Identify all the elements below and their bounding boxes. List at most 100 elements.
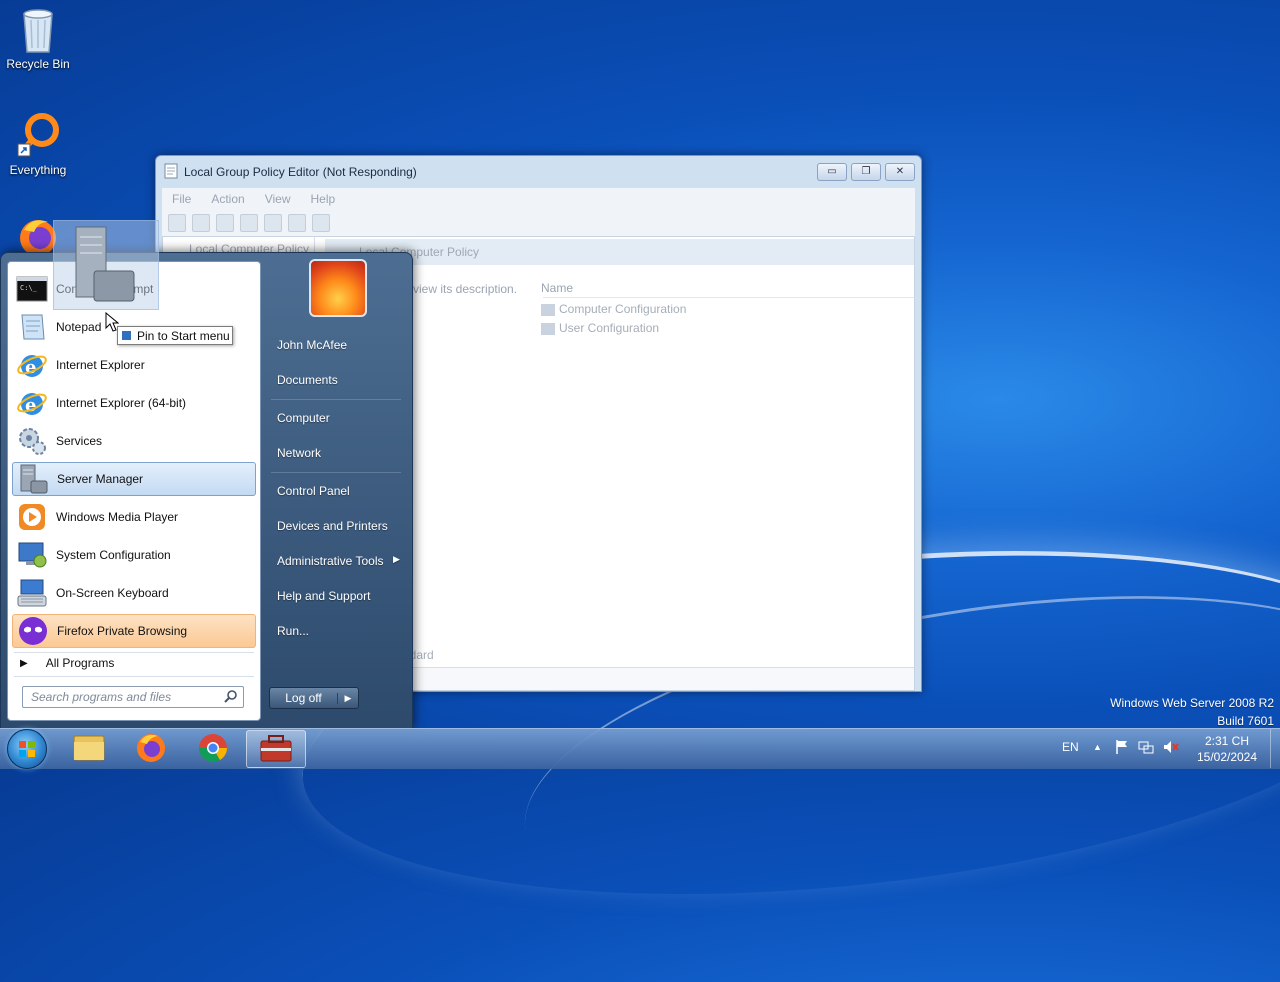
network-icon[interactable] bbox=[1138, 739, 1154, 758]
firefox-private-icon bbox=[17, 615, 49, 647]
server-manager-icon bbox=[75, 226, 135, 302]
desktop-icon-everything[interactable]: Everything bbox=[0, 112, 76, 177]
program-label: On-Screen Keyboard bbox=[56, 586, 169, 600]
taskbar-clock[interactable]: 2:31 CH 15/02/2024 bbox=[1190, 733, 1264, 765]
start-item-help-support[interactable]: Help and Support bbox=[277, 589, 370, 603]
logoff-label: Log off bbox=[285, 691, 322, 705]
menu-action[interactable]: Action bbox=[201, 192, 254, 206]
start-menu: C:\_ Command Prompt Notepad e Internet E… bbox=[0, 252, 413, 730]
os-watermark: Windows Web Server 2008 R2 Build 7601 bbox=[1110, 696, 1274, 728]
all-programs-label: All Programs bbox=[45, 656, 115, 670]
show-hidden-icons-icon[interactable]: ▲ bbox=[1093, 742, 1102, 752]
computer-config-icon bbox=[541, 303, 555, 316]
logoff-button[interactable]: Log off ▶ bbox=[269, 687, 359, 709]
show-tree-icon[interactable] bbox=[216, 214, 234, 232]
program-item-internet-explorer[interactable]: e Internet Explorer bbox=[12, 348, 256, 382]
desktop-icon-recycle-bin[interactable]: Recycle Bin bbox=[0, 6, 76, 71]
triangle-right-icon: ▶ bbox=[20, 657, 28, 669]
taskbar-firefox[interactable] bbox=[122, 730, 180, 766]
user-config-icon bbox=[541, 322, 555, 335]
list-item[interactable]: Computer Configuration bbox=[541, 302, 686, 316]
recycle-bin-icon bbox=[20, 6, 56, 54]
windows-logo-icon bbox=[19, 741, 35, 757]
help-icon[interactable] bbox=[288, 214, 306, 232]
server-manager-icon bbox=[17, 463, 49, 495]
action-center-flag-icon[interactable] bbox=[1114, 739, 1130, 758]
start-item-run[interactable]: Run... bbox=[277, 624, 309, 638]
window-titlebar[interactable]: Local Group Policy Editor (Not Respondin… bbox=[156, 156, 921, 188]
start-item-network[interactable]: Network bbox=[277, 446, 321, 460]
toolbox-icon bbox=[260, 735, 292, 762]
program-label: Notepad bbox=[56, 320, 102, 334]
column-header-name[interactable]: Name bbox=[541, 281, 573, 295]
description-hint: o view its description. bbox=[403, 282, 518, 296]
menu-file[interactable]: File bbox=[162, 192, 201, 206]
filter-icon[interactable] bbox=[312, 214, 330, 232]
search-placeholder: Search programs and files bbox=[31, 690, 172, 704]
program-item-windows-media-player[interactable]: Windows Media Player bbox=[12, 500, 256, 534]
ie-icon: e bbox=[16, 387, 48, 419]
start-item-computer[interactable]: Computer bbox=[277, 411, 330, 425]
firefox-icon bbox=[137, 734, 165, 762]
svg-text:C:\_: C:\_ bbox=[20, 284, 38, 292]
toolbar bbox=[162, 210, 915, 236]
clock-date: 15/02/2024 bbox=[1196, 750, 1258, 764]
menu-view[interactable]: View bbox=[255, 192, 301, 206]
program-item-services[interactable]: Services bbox=[12, 424, 256, 458]
system-config-icon bbox=[16, 539, 48, 571]
program-label: Internet Explorer bbox=[56, 358, 145, 372]
program-label: Services bbox=[56, 434, 103, 448]
volume-muted-icon[interactable] bbox=[1162, 739, 1180, 758]
program-item-on-screen-keyboard[interactable]: On-Screen Keyboard bbox=[12, 576, 256, 610]
start-item-documents[interactable]: Documents bbox=[277, 373, 338, 387]
pin-icon bbox=[122, 331, 131, 340]
close-button[interactable]: ✕ bbox=[885, 163, 915, 181]
start-item-administrative-tools[interactable]: Administrative Tools ▶ bbox=[277, 554, 400, 568]
properties-icon[interactable] bbox=[240, 214, 258, 232]
show-desktop-button[interactable] bbox=[1270, 729, 1280, 768]
folder-icon bbox=[73, 735, 105, 761]
list-item[interactable]: User Configuration bbox=[541, 321, 659, 335]
desktop-icon-label: Recycle Bin bbox=[6, 57, 70, 71]
program-label: Server Manager bbox=[57, 472, 144, 486]
program-item-firefox-private[interactable]: Firefox Private Browsing bbox=[12, 614, 256, 648]
media-player-icon bbox=[16, 501, 48, 533]
program-item-server-manager[interactable]: Server Manager bbox=[12, 462, 256, 496]
minimize-button[interactable]: ▭ bbox=[817, 163, 847, 181]
clock-time: 2:31 CH bbox=[1204, 734, 1250, 748]
program-item-internet-explorer-64[interactable]: e Internet Explorer (64-bit) bbox=[12, 386, 256, 420]
program-item-system-configuration[interactable]: System Configuration bbox=[12, 538, 256, 572]
user-avatar[interactable] bbox=[309, 259, 367, 317]
pin-tooltip: Pin to Start menu bbox=[117, 326, 233, 345]
notepad-icon bbox=[16, 311, 48, 343]
policy-app-icon bbox=[164, 163, 178, 182]
start-item-user[interactable]: John McAfee bbox=[277, 338, 347, 352]
all-programs-item[interactable]: ▶ All Programs bbox=[20, 656, 114, 670]
pane-header: Local Computer Policy bbox=[325, 239, 914, 265]
drag-ghost-server-manager bbox=[53, 220, 159, 310]
taskbar-explorer[interactable] bbox=[60, 730, 118, 766]
program-label: System Configuration bbox=[56, 548, 171, 562]
start-item-control-panel[interactable]: Control Panel bbox=[277, 484, 350, 498]
ie-icon: e bbox=[16, 349, 48, 381]
everything-icon bbox=[14, 112, 62, 160]
chrome-icon bbox=[199, 734, 227, 762]
search-icon[interactable] bbox=[223, 689, 239, 705]
taskbar-chrome[interactable] bbox=[184, 730, 242, 766]
services-icon bbox=[16, 425, 48, 457]
back-icon[interactable] bbox=[168, 214, 186, 232]
start-button[interactable] bbox=[7, 729, 47, 769]
language-indicator[interactable]: EN bbox=[1062, 740, 1079, 754]
start-item-devices-printers[interactable]: Devices and Printers bbox=[277, 519, 388, 533]
menu-help[interactable]: Help bbox=[301, 192, 346, 206]
window-title: Local Group Policy Editor (Not Respondin… bbox=[184, 165, 417, 179]
maximize-button[interactable]: ❐ bbox=[851, 163, 881, 181]
menu-bar: File Action View Help bbox=[162, 188, 915, 210]
export-icon[interactable] bbox=[264, 214, 282, 232]
cmd-icon: C:\_ bbox=[16, 273, 48, 305]
search-input[interactable]: Search programs and files bbox=[22, 686, 244, 708]
shutdown-options-arrow-icon[interactable]: ▶ bbox=[337, 692, 358, 704]
forward-icon[interactable] bbox=[192, 214, 210, 232]
program-label: Firefox Private Browsing bbox=[57, 624, 188, 638]
taskbar-server-manager[interactable] bbox=[246, 730, 306, 768]
